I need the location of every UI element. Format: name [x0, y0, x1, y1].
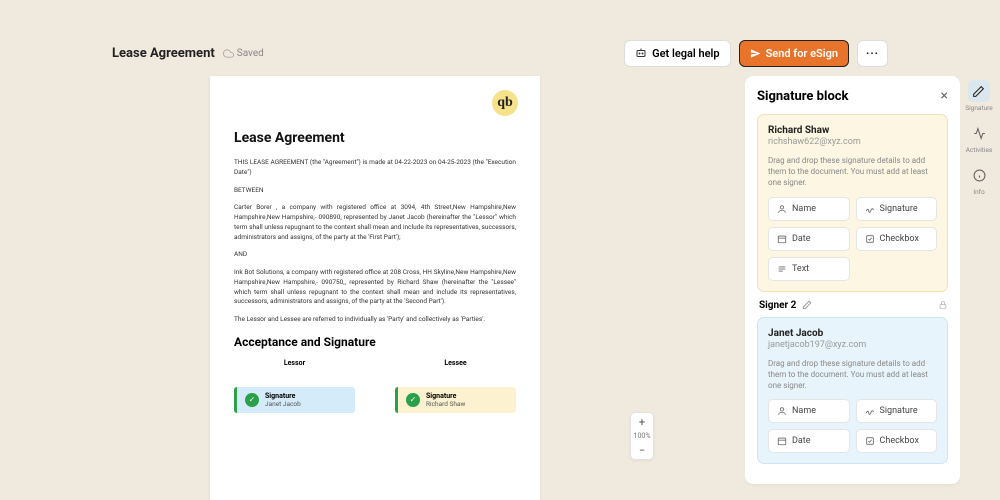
rail-label: Signature	[965, 104, 993, 112]
saved-indicator: Saved	[223, 48, 264, 59]
text-icon	[777, 264, 787, 274]
doc-paragraph: Carter Borer , a company with registered…	[234, 203, 516, 242]
rail-tab-info[interactable]: Info	[968, 164, 990, 196]
send-label: Send for eSign	[766, 47, 838, 60]
more-options-button[interactable]: ···	[857, 40, 888, 67]
lock-icon	[938, 300, 948, 310]
field-text[interactable]: Text	[768, 257, 850, 281]
signer-card-1: Richard Shaw richshaw622@xyz.com Drag an…	[757, 114, 948, 292]
brand-logo: qb	[492, 90, 518, 116]
lessor-heading: Lessor	[234, 359, 355, 367]
doc-paragraph: Ink Bot Solutions, a company with regist…	[234, 268, 516, 307]
rail-tab-activities[interactable]: Activities	[966, 122, 993, 154]
document-title: Lease Agreement	[112, 46, 215, 61]
rail-label: Info	[973, 188, 984, 196]
zoom-out-button[interactable]: −	[631, 441, 653, 459]
send-for-esign-button[interactable]: Send for eSign	[739, 40, 849, 67]
lessee-heading: Lessee	[395, 359, 516, 367]
doc-subheading: Acceptance and Signature	[234, 335, 516, 349]
dots-icon: ···	[866, 47, 879, 60]
user-icon	[777, 204, 787, 214]
field-signature[interactable]: Signature	[856, 399, 938, 423]
zoom-control: + 100% −	[630, 412, 654, 460]
signer-name: Janet Jacob	[768, 328, 937, 339]
field-name[interactable]: Name	[768, 197, 850, 221]
legal-help-label: Get legal help	[652, 47, 719, 60]
user-icon	[777, 406, 787, 416]
checkbox-icon	[865, 436, 875, 446]
field-signature[interactable]: Signature	[856, 197, 938, 221]
field-checkbox[interactable]: Checkbox	[856, 227, 938, 251]
send-icon	[750, 48, 761, 59]
field-date[interactable]: Date	[768, 429, 850, 453]
doc-paragraph: AND	[234, 250, 516, 260]
doc-paragraph: THIS LEASE AGREEMENT (the "Agreement") i…	[234, 158, 516, 178]
info-icon	[973, 169, 986, 182]
get-legal-help-button[interactable]: Get legal help	[624, 40, 730, 67]
field-checkbox[interactable]: Checkbox	[856, 429, 938, 453]
signature-label: Signature	[426, 392, 465, 400]
check-icon: ✓	[245, 393, 259, 407]
bot-icon	[635, 47, 647, 59]
signer-email: janetjacob197@xyz.com	[768, 340, 937, 350]
checkbox-icon	[865, 234, 875, 244]
check-icon: ✓	[406, 393, 420, 407]
signer-name: Richard Shaw	[768, 125, 937, 136]
saved-label: Saved	[237, 48, 264, 59]
panel-title: Signature block	[757, 89, 849, 104]
close-panel-button[interactable]: ×	[941, 88, 948, 104]
signature-field-lessee[interactable]: ✓ Signature Richard Shaw	[395, 387, 516, 413]
signature-icon	[865, 406, 875, 416]
field-date[interactable]: Date	[768, 227, 850, 251]
signature-signer-name: Janet Jacob	[265, 400, 301, 408]
doc-paragraph: BETWEEN	[234, 186, 516, 196]
signature-icon	[865, 204, 875, 214]
signer-hint: Drag and drop these signature details to…	[768, 358, 937, 392]
field-name[interactable]: Name	[768, 399, 850, 423]
signer-hint: Drag and drop these signature details to…	[768, 155, 937, 189]
calendar-icon	[777, 234, 787, 244]
activity-icon	[973, 127, 986, 140]
rail-tab-signature[interactable]: Signature	[965, 80, 993, 112]
signer-card-2: Janet Jacob janetjacob197@xyz.com Drag a…	[757, 317, 948, 465]
signer-2-label: Signer 2	[759, 300, 796, 311]
edit-icon[interactable]	[802, 300, 812, 310]
zoom-percent: 100%	[634, 431, 651, 441]
doc-heading: Lease Agreement	[234, 130, 516, 146]
pen-icon	[972, 85, 985, 98]
document-page: qb Lease Agreement THIS LEASE AGREEMENT …	[210, 76, 540, 500]
signature-label: Signature	[265, 392, 301, 400]
cloud-icon	[223, 48, 234, 59]
zoom-in-button[interactable]: +	[631, 413, 653, 431]
signature-signer-name: Richard Shaw	[426, 400, 465, 408]
calendar-icon	[777, 436, 787, 446]
doc-paragraph: The Lessor and Lessee are referred to in…	[234, 315, 516, 325]
signer-email: richshaw622@xyz.com	[768, 137, 937, 147]
rail-label: Activities	[966, 146, 993, 154]
signature-field-lessor[interactable]: ✓ Signature Janet Jacob	[234, 387, 355, 413]
signature-block-panel: Signature block × Richard Shaw richshaw6…	[745, 76, 960, 484]
